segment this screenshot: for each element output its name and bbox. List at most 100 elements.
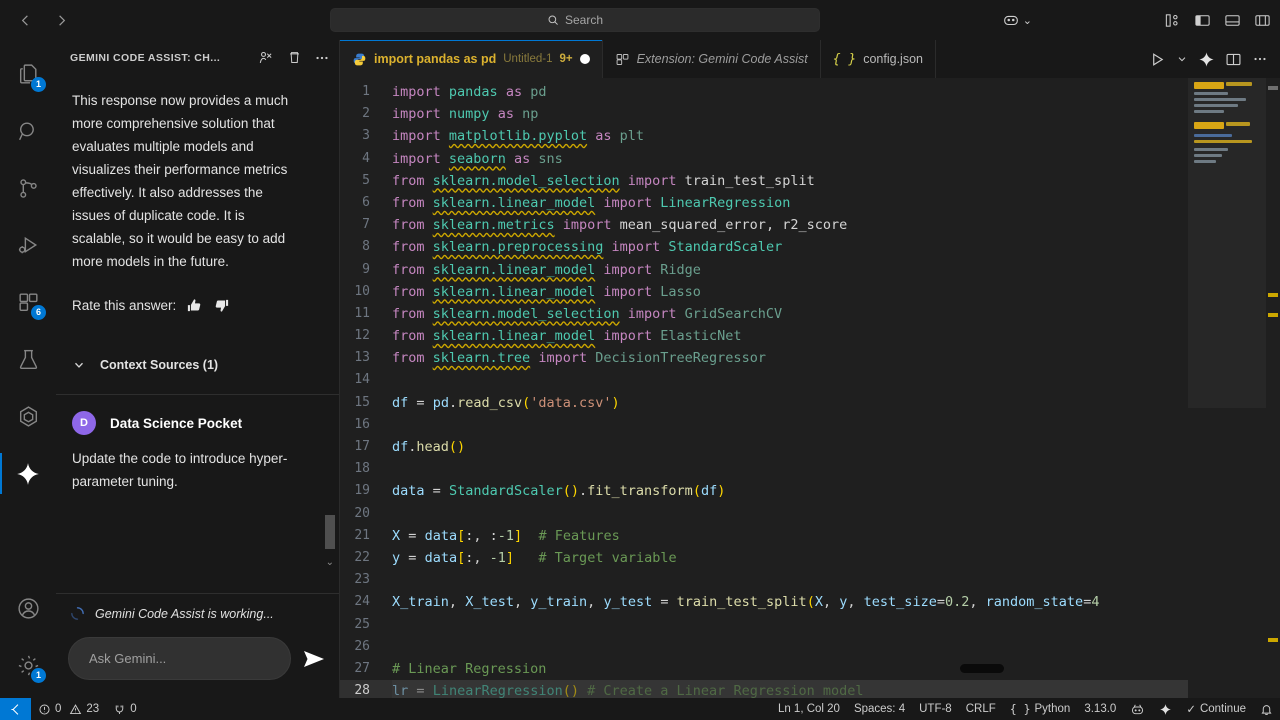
encoding-status[interactable]: UTF-8	[912, 698, 959, 720]
problems-status[interactable]: 0 23	[31, 698, 106, 720]
minimap-block	[1194, 122, 1224, 129]
code-line: 17 df.head()	[340, 436, 1188, 458]
line-number: 3	[362, 128, 370, 144]
sidebar-item-testing[interactable]	[0, 331, 56, 388]
cursor-position-status[interactable]: Ln 1, Col 20	[771, 698, 847, 720]
line-number: 11	[354, 305, 370, 321]
python-interpreter-status[interactable]: 3.13.0	[1077, 698, 1123, 720]
overview-ruler[interactable]	[1266, 78, 1280, 698]
chat-scroll-area[interactable]: This response now provides a much more c…	[56, 75, 339, 593]
gemini-sparkle-button[interactable]	[1198, 51, 1215, 68]
clear-chat-button[interactable]	[283, 47, 305, 69]
pets-icon	[1130, 702, 1145, 717]
go-back-button[interactable]	[14, 9, 36, 31]
line-content: from sklearn.linear_model import Elastic…	[392, 328, 742, 345]
remote-indicator-button[interactable]	[0, 698, 31, 720]
minimap-block	[1226, 122, 1250, 126]
code-line: 27 # Linear Regression	[340, 658, 1188, 680]
go-forward-button[interactable]	[50, 9, 72, 31]
sidebar-item-remote-explorer[interactable]	[0, 388, 56, 445]
line-content	[392, 414, 1188, 436]
sidebar-item-run-and-debug[interactable]	[0, 217, 56, 274]
error-icon	[38, 703, 51, 716]
code-editor[interactable]: 1 import pandas as pd 2 import numpy as np…	[340, 78, 1188, 698]
more-actions-button[interactable]	[311, 47, 333, 69]
rate-answer-label: Rate this answer:	[72, 298, 177, 313]
line-number: 17	[354, 439, 370, 454]
warning-count: 23	[86, 703, 100, 715]
ask-gemini-input[interactable]	[68, 637, 291, 680]
run-options-dropdown-icon[interactable]	[1176, 53, 1188, 65]
indentation-status[interactable]: Spaces: 4	[847, 698, 912, 720]
beaker-icon	[16, 347, 41, 372]
customize-layout-icon[interactable]	[1162, 10, 1182, 30]
line-number: 8	[362, 239, 370, 255]
rate-answer-row: Rate this answer:	[56, 273, 339, 314]
remote-window-button[interactable]: ⌄	[1002, 11, 1032, 29]
sidebar-item-search[interactable]	[0, 103, 56, 160]
gemini-status[interactable]	[1152, 698, 1179, 720]
title-bar: Search ⌄	[0, 0, 1280, 40]
line-number: 10	[354, 283, 370, 299]
search-icon	[547, 14, 560, 27]
minimap[interactable]	[1188, 78, 1266, 698]
tab-dirty-indicator[interactable]	[579, 54, 590, 64]
ports-icon	[113, 703, 126, 716]
bell-icon	[1260, 703, 1273, 716]
line-number: 22	[354, 549, 370, 565]
new-chat-button[interactable]	[255, 47, 277, 69]
tab-untitled-1[interactable]: import pandas as pd Untitled-1 9+	[340, 40, 603, 78]
settings-button[interactable]: 1	[0, 637, 56, 694]
inline-suggest-pill	[960, 663, 1004, 673]
editor-tab-bar: import pandas as pd Untitled-1 9+ Extens…	[340, 40, 1280, 78]
send-icon[interactable]	[301, 646, 327, 672]
sidebar-item-extensions[interactable]: 6	[0, 274, 56, 331]
workbench-body: 1 6 1 GEMINI CODE ASSIST: CH... This res…	[0, 40, 1280, 698]
sidebar-item-source-control[interactable]	[0, 160, 56, 217]
code-line: 15 df = pd.read_csv('data.csv')	[340, 392, 1188, 414]
sidebar-item-explorer[interactable]: 1	[0, 46, 56, 103]
run-python-file-button[interactable]	[1149, 51, 1166, 68]
tab-title: import pandas as pd	[374, 52, 497, 66]
context-sources-toggle[interactable]: Context Sources (1)	[56, 314, 339, 372]
toggle-secondary-sidebar-icon[interactable]	[1252, 10, 1272, 30]
code-line: 6 from sklearn.linear_model import Linear…	[340, 192, 1188, 214]
accounts-button[interactable]	[0, 580, 56, 637]
minimap-block	[1226, 82, 1252, 86]
thumbs-down-icon[interactable]	[213, 297, 230, 314]
ports-status[interactable]: 0	[106, 698, 143, 720]
python-file-icon	[352, 52, 367, 67]
pets-status[interactable]	[1123, 698, 1152, 720]
extensions-badge: 6	[31, 305, 46, 320]
scroll-down-chevron-icon[interactable]: ⌄	[326, 557, 334, 568]
notifications-button[interactable]	[1253, 698, 1280, 720]
language-mode-status[interactable]: { } Python	[1003, 698, 1078, 720]
continue-status[interactable]: ✓ Continue	[1179, 698, 1253, 720]
thumbs-up-icon[interactable]	[186, 297, 203, 314]
line-number: 24	[354, 594, 370, 610]
settings-badge: 1	[31, 668, 46, 683]
source-control-icon	[16, 176, 41, 201]
line-content	[392, 369, 1188, 391]
tab-extension-gemini-code-assist[interactable]: Extension: Gemini Code Assist	[602, 40, 821, 78]
tab-config-json[interactable]: { } config.json	[820, 40, 936, 78]
sidebar-scrollbar-thumb[interactable]	[325, 515, 335, 549]
line-number: 13	[354, 350, 370, 366]
search-placeholder-text: Search	[564, 13, 604, 27]
split-editor-button[interactable]	[1225, 51, 1242, 68]
toggle-panel-icon[interactable]	[1222, 10, 1242, 30]
toggle-primary-sidebar-icon[interactable]	[1192, 10, 1212, 30]
command-center-search[interactable]: Search	[330, 8, 820, 32]
sparkle-icon	[1159, 703, 1172, 716]
editor-more-actions-button[interactable]	[1252, 51, 1268, 67]
line-content: X = data[:, :-1] # Features	[392, 527, 620, 544]
line-content: data = StandardScaler().fit_transform(df…	[392, 483, 726, 500]
line-number: 25	[354, 616, 370, 632]
language-label: Python	[1034, 703, 1071, 715]
ruler-mark	[1268, 313, 1278, 317]
eol-status[interactable]: CRLF	[959, 698, 1003, 720]
line-number: 4	[362, 150, 370, 166]
account-icon	[16, 596, 41, 621]
code-line: 22 y = data[:, -1] # Target variable	[340, 547, 1188, 569]
sidebar-item-gemini-code-assist[interactable]	[0, 445, 56, 502]
